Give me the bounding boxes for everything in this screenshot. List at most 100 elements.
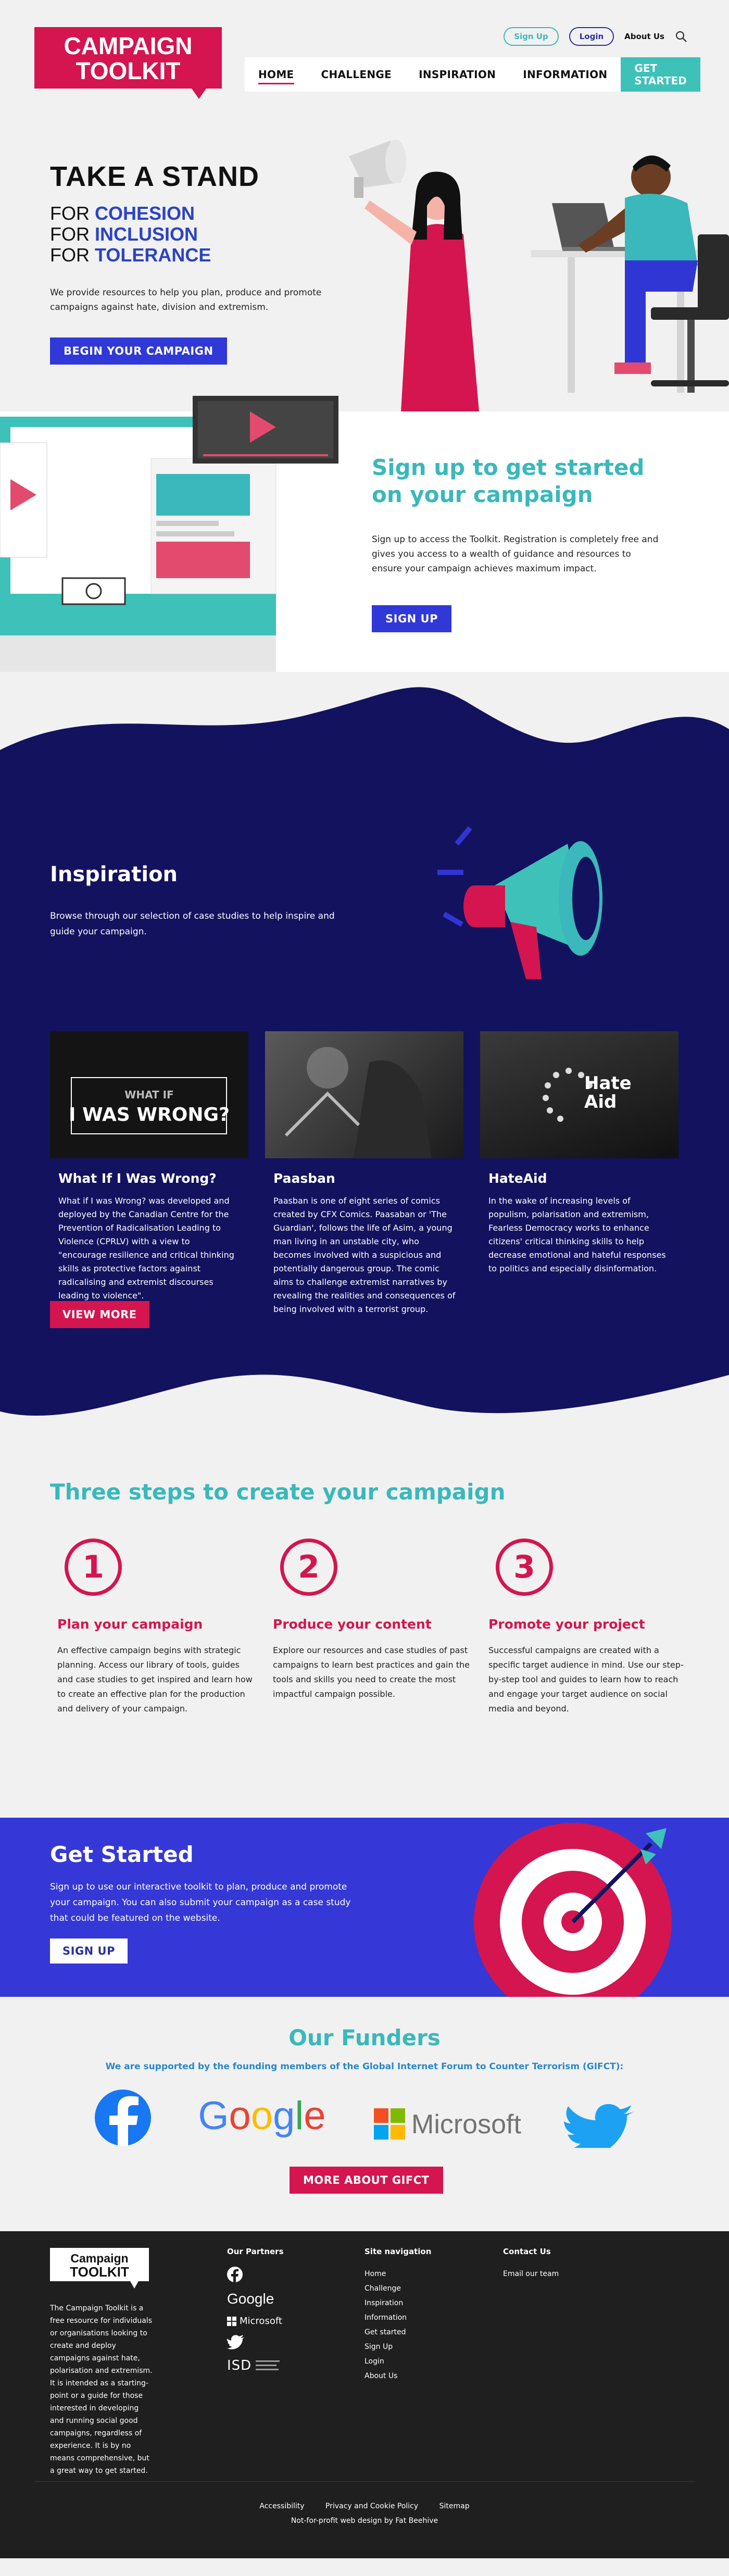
case-thumb-what-if[interactable]: WHAT IF I WAS WRONG? (50, 1031, 248, 1158)
campaign-toolkit-logo[interactable]: CAMPAIGN TOOLKIT (34, 27, 233, 99)
twitter-icon[interactable] (560, 2104, 634, 2148)
footer-bottom-links: Accessibility Privacy and Cookie Policy … (0, 2502, 729, 2510)
get-started-title: Get Started (50, 1842, 194, 1867)
case-study-cards: WHAT IF I WAS WRONG? What If I Was Wrong… (50, 1031, 679, 1316)
nav-inspiration[interactable]: INSPIRATION (405, 57, 509, 92)
thumb-small-text: WHAT IF (124, 1089, 174, 1101)
main-nav: HOME CHALLENGE INSPIRATION INFORMATION G… (245, 57, 700, 92)
thumb-big-text: Aid (584, 1092, 617, 1112)
hero-description: We provide resources to help you plan, p… (50, 287, 322, 312)
funders-section: Our Funders We are supported by the foun… (0, 1997, 729, 2231)
step-number: 1 (65, 1539, 122, 1596)
value-tolerance: TOLERANCE (95, 244, 211, 266)
funders-subtitle: We are supported by the founding members… (105, 2061, 624, 2072)
accessibility-link[interactable]: Accessibility (259, 2502, 304, 2510)
case-card-what-if[interactable]: WHAT IF I WAS WRONG? What If I Was Wrong… (50, 1031, 248, 1316)
target-illustration (474, 1823, 672, 1997)
step-3: 3 Promote your project Successful campai… (488, 1539, 687, 1716)
site-nav-heading: Site navigation (364, 2247, 432, 2256)
for-prefix-3: FOR (50, 244, 90, 266)
email-team-link[interactable]: Email our team (503, 2267, 559, 2281)
search-icon[interactable] (675, 30, 687, 43)
megaphone-illustration (437, 826, 602, 979)
case-title[interactable]: Paasban (273, 1171, 463, 1186)
case-text: In the wake of increasing levels of popu… (488, 1196, 666, 1273)
begin-campaign-button[interactable]: BEGIN YOUR CAMPAIGN (50, 337, 227, 365)
footer-contact: Contact Us Email our team (503, 2247, 559, 2281)
step-number: 3 (496, 1539, 553, 1596)
footer-link-signup[interactable]: Sign Up (364, 2340, 431, 2354)
nav-get-started-button[interactable]: GET STARTED (621, 57, 700, 92)
site-footer: Campaign TOOLKIT The Campaign Toolkit is… (0, 2231, 729, 2558)
step-text: An effective campaign begins with strate… (57, 1645, 253, 1714)
step-title: Plan your campaign (57, 1617, 203, 1632)
step-title: Produce your content (273, 1617, 432, 1632)
footer-link-login[interactable]: Login (364, 2354, 431, 2369)
footer-divider (34, 2481, 695, 2482)
case-thumb-paasban[interactable] (265, 1031, 463, 1158)
case-title[interactable]: What If I Was Wrong? (58, 1171, 248, 1186)
about-link[interactable]: About Us (624, 32, 664, 41)
footer-partners: Our Partners Google Microsoft ISD (227, 2247, 284, 2382)
footer-link-information[interactable]: Information (364, 2310, 431, 2325)
twitter-icon[interactable] (227, 2335, 245, 2349)
site-header: CAMPAIGN TOOLKIT Sign Up Login About Us … (0, 0, 729, 120)
sitemap-link[interactable]: Sitemap (439, 2502, 470, 2510)
footer-link-home[interactable]: Home (364, 2267, 431, 2281)
view-more-button[interactable]: VIEW MORE (50, 1301, 149, 1328)
case-title[interactable]: HateAid (488, 1171, 678, 1186)
hero-illustration (349, 140, 729, 411)
nav-information[interactable]: INFORMATION (509, 57, 621, 92)
footer-logo-line1: Campaign (70, 2252, 128, 2265)
funder-logos: Google Microsoft (95, 2090, 634, 2148)
value-inclusion: INCLUSION (95, 223, 198, 245)
footer-about: The Campaign Toolkit is a free resource … (50, 2304, 153, 2475)
signup-title: Sign up to get started on your campaign (372, 455, 645, 507)
login-pill[interactable]: Login (569, 27, 614, 46)
nav-challenge[interactable]: CHALLENGE (308, 57, 406, 92)
inspiration-description: Browse through our selection of case stu… (50, 911, 335, 937)
facebook-icon[interactable] (95, 2090, 151, 2146)
steps-title: Three steps to create your campaign (50, 1479, 506, 1505)
signup-button[interactable]: SIGN UP (372, 605, 452, 632)
microsoft-squares-icon (227, 2316, 236, 2326)
step-number: 2 (280, 1539, 337, 1596)
hero-section: TAKE A STAND FOR COHESION FOR INCLUSION … (0, 120, 729, 411)
step-text: Successful campaigns are created with a … (488, 1645, 684, 1714)
signup-pill[interactable]: Sign Up (504, 27, 559, 46)
footer-google-logo[interactable]: Google (227, 2291, 284, 2307)
footer-microsoft-logo[interactable]: Microsoft (227, 2316, 284, 2327)
case-card-hateaid[interactable]: Hate Aid HateAid In the wake of increasi… (480, 1031, 678, 1316)
privacy-link[interactable]: Privacy and Cookie Policy (325, 2502, 418, 2510)
case-text: Paasban is one of eight series of comics… (273, 1196, 456, 1314)
step-text: Explore our resources and case studies o… (273, 1645, 470, 1699)
isd-subtext-icon (256, 2360, 280, 2370)
footer-link-challenge[interactable]: Challenge (364, 2281, 431, 2296)
signup-section: Sign up to get started on your campaign … (0, 396, 729, 755)
isd-wordmark: ISD (227, 2358, 252, 2373)
get-started-signup-button[interactable]: SIGN UP (50, 1939, 128, 1964)
microsoft-logo[interactable]: Microsoft (374, 2108, 521, 2140)
microsoft-wordmark: Microsoft (411, 2109, 521, 2140)
footer-link-get-started[interactable]: Get started (364, 2325, 431, 2340)
footer-logo-line2: TOOLKIT (70, 2264, 129, 2280)
footer-isd-logo[interactable]: ISD (227, 2358, 284, 2373)
footer-logo[interactable]: Campaign TOOLKIT (50, 2248, 149, 2291)
facebook-icon[interactable] (227, 2267, 243, 2282)
nav-home[interactable]: HOME (245, 57, 308, 92)
footer-credit[interactable]: Not-for-profit web design by Fat Beehive (0, 2517, 729, 2525)
for-prefix-1: FOR (50, 203, 90, 224)
thumb-big-text: I WAS WRONG? (69, 1104, 230, 1126)
footer-link-inspiration[interactable]: Inspiration (364, 2296, 431, 2310)
value-cohesion: COHESION (95, 203, 195, 224)
logo-line2: TOOLKIT (76, 57, 180, 84)
footer-link-about[interactable]: About Us (364, 2369, 431, 2383)
logo-line1: CAMPAIGN (64, 32, 192, 59)
case-card-paasban[interactable]: Paasban Paasban is one of eight series o… (265, 1031, 463, 1316)
step-2: 2 Produce your content Explore our resou… (273, 1539, 472, 1702)
hero-values: FOR COHESION FOR INCLUSION FOR TOLERANCE (50, 203, 211, 266)
google-logo[interactable]: Google (198, 2094, 325, 2138)
inspiration-title: Inspiration (50, 862, 178, 886)
more-about-gifct-button[interactable]: MORE ABOUT GIFCT (290, 2167, 443, 2194)
case-thumb-hateaid[interactable]: Hate Aid (480, 1031, 678, 1158)
